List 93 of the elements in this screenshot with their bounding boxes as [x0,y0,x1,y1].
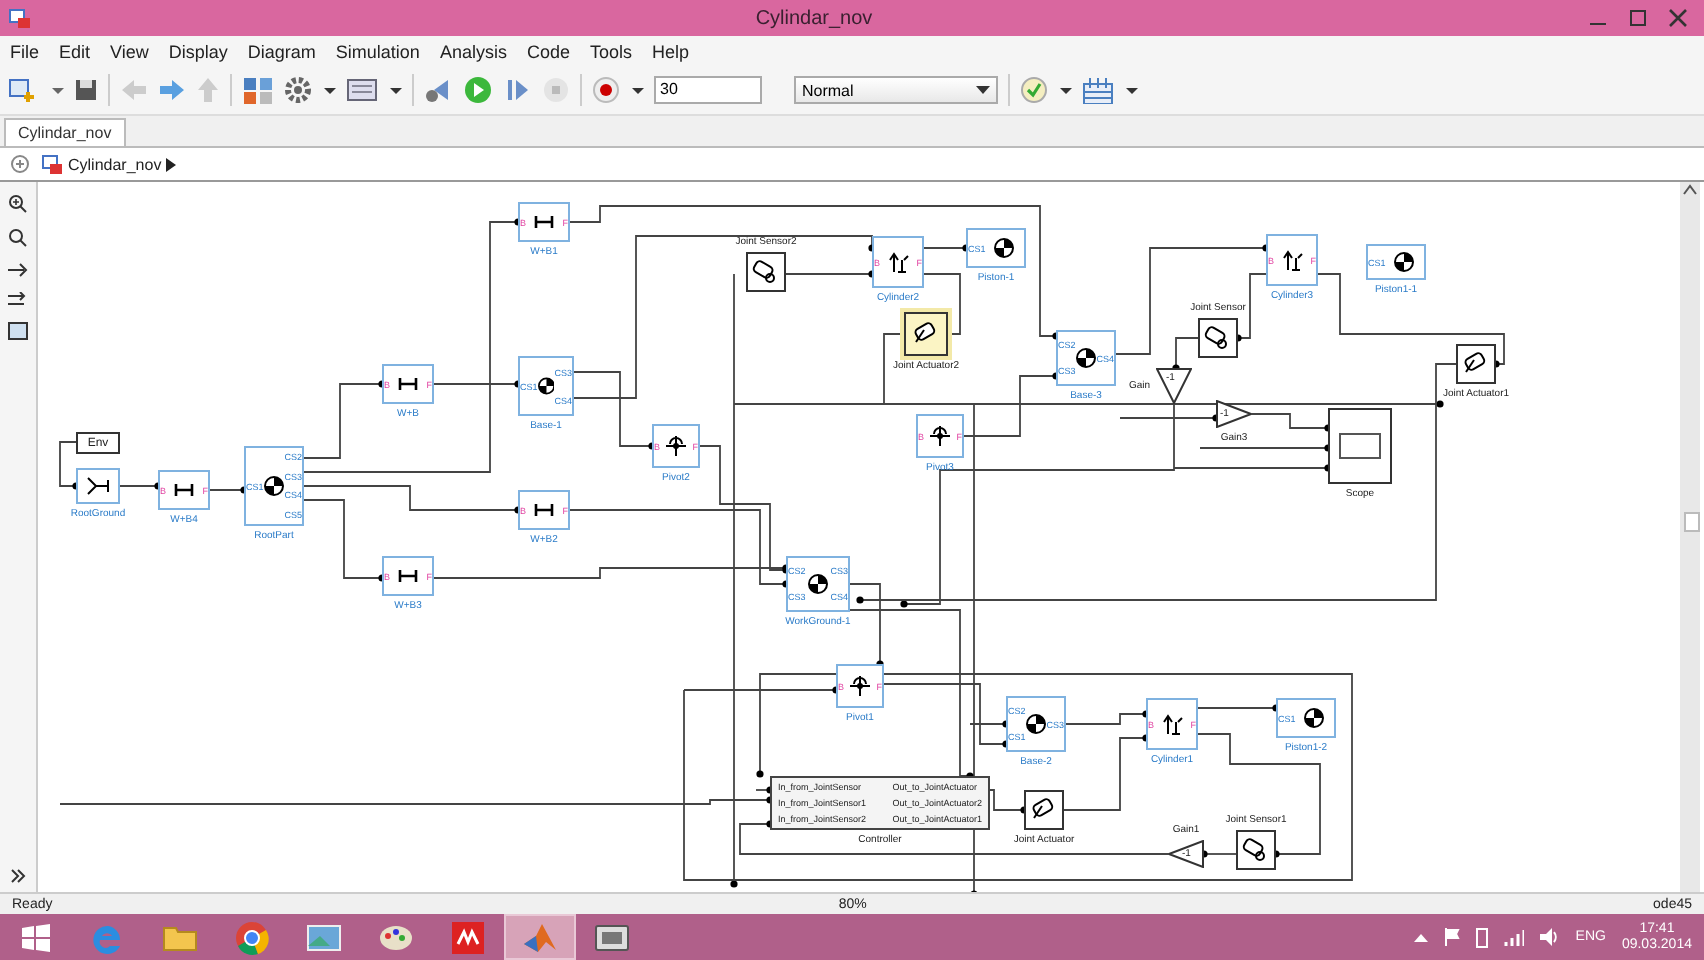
flag-icon[interactable] [1443,928,1460,946]
gain-block[interactable] [1156,368,1192,404]
center-of-gravity-icon [808,574,828,594]
expand-icon[interactable] [10,868,26,884]
save-icon[interactable] [74,76,98,104]
check-icon[interactable] [1020,76,1048,104]
maximize-icon[interactable] [1628,8,1648,28]
cylinder-joint-icon [886,250,911,274]
record-icon[interactable] [592,76,620,104]
cad-app-icon [448,917,488,957]
joint-sensor-icon [1204,324,1232,352]
joint-actuator-icon [1462,350,1490,378]
center-of-gravity-icon [1076,348,1096,368]
signal-icon[interactable] [1503,928,1524,946]
gear-icon[interactable] [284,76,312,104]
arrows-icon[interactable] [8,292,28,308]
actuator-block[interactable] [904,312,948,356]
menu-item[interactable]: Edit [59,41,91,61]
menu-item[interactable]: Diagram [247,41,316,61]
center-of-gravity-icon [1026,714,1046,734]
model-icon [42,154,64,174]
sensor-block[interactable] [1198,318,1238,358]
hide-explorer-icon[interactable] [10,154,30,174]
joint-actuator-icon [1030,796,1058,824]
windows-start-icon[interactable] [22,923,50,951]
weld-icon [398,568,419,584]
forward-arrow-icon[interactable] [158,76,186,104]
actuator-block[interactable] [1456,344,1496,384]
center-of-gravity-icon [264,476,284,496]
taskbar-app-button[interactable] [504,914,576,960]
device-icon[interactable] [1475,927,1488,947]
weld-icon [174,482,195,498]
menu-item[interactable]: Help [652,41,690,61]
menu-item[interactable]: File [10,41,40,61]
run-icon[interactable] [462,76,494,104]
weld-icon [398,376,419,392]
show-hidden-icons-icon[interactable] [1413,932,1428,942]
sensor-block[interactable] [1236,830,1276,870]
menu-item[interactable]: View [110,41,149,61]
breadcrumb-link[interactable]: Cylindar_nov [68,155,162,173]
ground-block[interactable] [76,468,120,504]
close-icon[interactable] [1668,8,1688,28]
chrome-icon [232,917,272,957]
step-back-icon[interactable] [424,76,452,104]
library-icon[interactable] [242,76,274,104]
center-of-gravity-icon [537,376,555,396]
simulation-mode-dropdown[interactable]: Normal [794,76,998,104]
explorer-icon[interactable] [346,76,378,104]
actuator-block[interactable] [1024,790,1064,830]
gain-block[interactable] [1168,840,1204,868]
caret-icon[interactable] [165,157,176,171]
joint-actuator-icon [912,320,940,348]
center-of-gravity-icon [1394,252,1415,272]
scroll-thumb[interactable] [1684,512,1700,532]
cylinder-joint-icon [1280,248,1305,272]
pivot-joint-icon [848,674,873,698]
arrow-icon[interactable] [8,262,28,278]
weld-icon [534,502,555,518]
scope-screen-icon [1338,432,1382,460]
gain-block[interactable] [1216,400,1252,428]
menu-item[interactable]: Analysis [439,41,507,61]
zoom-in-icon[interactable] [8,194,28,214]
menu-item[interactable]: Code [526,41,570,61]
menu-item[interactable]: Display [168,41,228,61]
menu-item[interactable]: Tools [589,41,632,61]
grid-icon[interactable] [1082,76,1114,104]
image-icon[interactable] [8,322,28,340]
step-forward-icon[interactable] [504,76,532,104]
cylinder-joint-icon [1160,712,1185,736]
zoom-icon[interactable] [8,228,28,248]
new-model-icon[interactable] [8,76,40,104]
center-of-gravity-icon [1304,708,1325,728]
window-title: Cylindar_nov [753,7,875,29]
joint-sensor-icon [1242,836,1270,864]
connection-line [119,482,162,490]
stop-time-field[interactable]: 30 [654,76,762,104]
speaker-icon[interactable] [1539,928,1560,946]
pivot-joint-icon [928,424,953,448]
center-of-gravity-icon [994,238,1015,258]
model-tab[interactable]: Cylindar_nov [4,118,126,146]
app-icon [8,6,32,30]
scope-block[interactable] [1328,408,1392,484]
weld-icon [534,214,555,230]
vertical-scrollbar[interactable] [1680,182,1700,892]
caret-icon [976,82,990,98]
joint-sensor-icon [752,258,780,286]
connection-line [209,486,248,494]
pivot-joint-icon [664,434,689,458]
ground-icon [84,474,112,498]
sensor-block[interactable] [746,252,786,292]
scroll-up-icon[interactable] [1680,182,1700,198]
menu-item[interactable]: Simulation [335,41,420,61]
connection-line [59,441,80,490]
